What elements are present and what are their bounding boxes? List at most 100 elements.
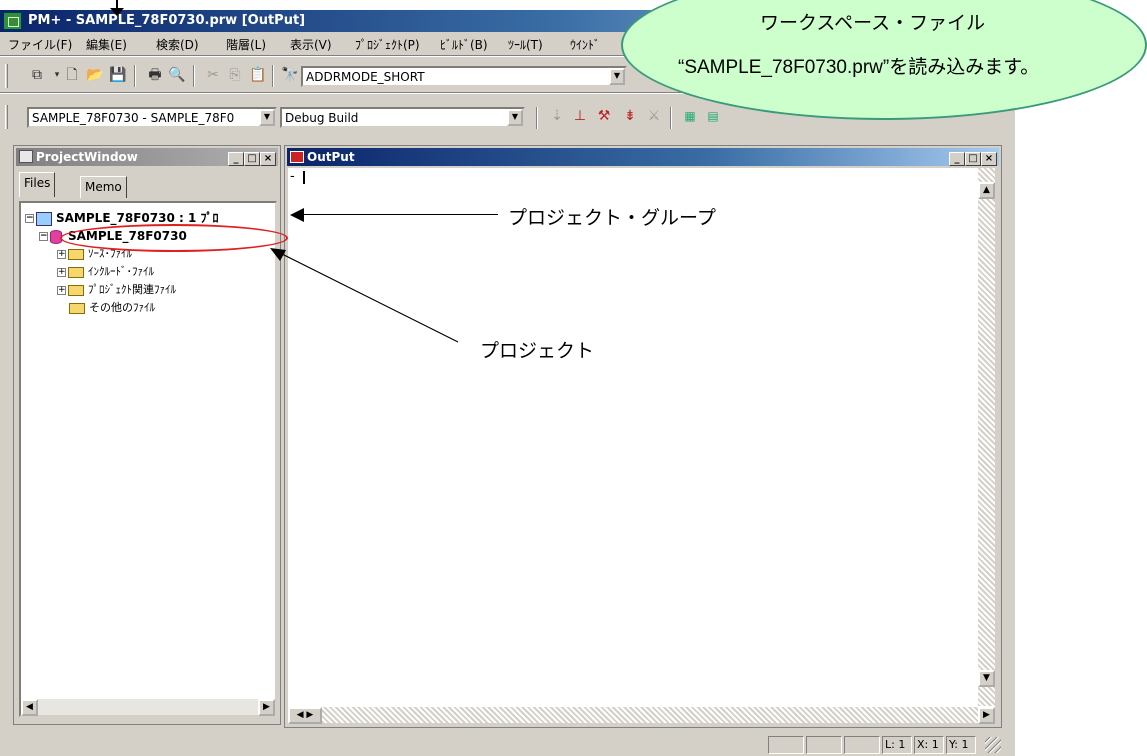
compile-icon[interactable]: ⇣	[547, 106, 567, 126]
project-window-icon	[19, 150, 33, 163]
cut-icon[interactable]: ✂	[203, 65, 223, 85]
status-y: Y: 1	[946, 736, 976, 754]
app-icon	[4, 13, 21, 29]
restore-icon[interactable]: □	[965, 152, 981, 166]
project-window-caption[interactable]: ProjectWindow _ □ ×	[16, 148, 278, 166]
toolbar-grip[interactable]	[5, 64, 8, 88]
combo-dropdown-icon[interactable]: ▼	[609, 68, 625, 85]
symbol-combo-value: ADDRMODE_SHORT	[306, 70, 425, 84]
find-icon[interactable]: 🔭	[280, 65, 300, 85]
expand-icon[interactable]: +	[57, 267, 66, 277]
group-icon	[36, 211, 52, 226]
symbol-combo[interactable]: ADDRMODE_SHORT ▼	[301, 66, 627, 87]
project-highlight-ellipse	[60, 224, 288, 252]
collapse-icon[interactable]: −	[39, 232, 48, 241]
print-preview-icon[interactable]: 🔍	[167, 65, 187, 85]
project-annotation-label: プロジェクト	[480, 341, 595, 362]
build-mode-combo[interactable]: Debug Build ▼	[280, 107, 525, 128]
toolbar-separator	[272, 65, 274, 87]
folder-label: ｲﾝｸﾙｰﾄﾞ･ﾌｧｲﾙ	[88, 265, 154, 278]
scroll-left-icon[interactable]: ◀ ▶	[288, 707, 322, 724]
group-arrow-line	[303, 214, 498, 215]
status-bar: L: 1 X: 1 Y: 1	[0, 733, 1015, 756]
window-title: PM+ - SAMPLE_78F0730.prw [OutPut]	[28, 13, 306, 28]
folder-icon	[68, 266, 84, 278]
tab-files[interactable]: Files	[19, 172, 56, 197]
restore-icon[interactable]: □	[244, 152, 260, 166]
debugger-icon[interactable]: ▦	[680, 106, 700, 126]
folder-icon	[69, 302, 85, 314]
text-caret	[303, 171, 305, 184]
minimize-icon[interactable]: _	[949, 152, 965, 166]
output-window-caption[interactable]: OutPut _ □ ×	[287, 148, 999, 166]
status-line: L: 1	[882, 736, 912, 754]
scroll-left-icon[interactable]: ◀	[21, 699, 38, 716]
group-annotation-label: プロジェクト・グループ	[508, 208, 716, 229]
expand-icon[interactable]: +	[57, 249, 66, 259]
combo-dropdown-icon[interactable]: ▼	[507, 109, 523, 126]
copy-icon[interactable]: ⎘	[225, 65, 245, 85]
collapse-icon[interactable]: −	[25, 214, 34, 223]
menu-edit[interactable]: 編集(E)	[86, 36, 127, 53]
scroll-right-icon[interactable]: ▶	[978, 707, 995, 724]
status-cell	[768, 736, 804, 754]
clean-icon[interactable]: ⚔	[644, 106, 664, 126]
simulator-icon[interactable]: ▤	[703, 106, 723, 126]
paste-icon[interactable]: 📋	[248, 65, 268, 85]
tree-folder[interactable]: その他のﾌｧｲﾙ	[69, 299, 155, 317]
menu-hierarchy[interactable]: 階層(L)	[226, 36, 266, 53]
new-file-icon[interactable]: 🗋	[62, 65, 82, 85]
folder-icon	[68, 284, 84, 296]
output-window-title: OutPut	[307, 150, 355, 164]
menu-search[interactable]: 検索(D)	[156, 36, 199, 53]
scroll-up-icon[interactable]: ▲	[978, 182, 995, 199]
folder-label: その他のﾌｧｲﾙ	[89, 301, 155, 314]
tree-folder[interactable]: + ﾌﾟﾛｼﾞｪｸﾄ関連ﾌｧｲﾙ	[57, 281, 176, 299]
toolbar-separator	[193, 65, 195, 87]
menu-file[interactable]: ファイル(F)	[8, 36, 72, 53]
folder-label: ﾌﾟﾛｼﾞｪｸﾄ関連ﾌｧｲﾙ	[88, 283, 176, 296]
resize-grip-icon[interactable]	[985, 737, 1001, 753]
scroll-right-icon[interactable]: ▶	[258, 699, 275, 716]
menu-build[interactable]: ﾋﾞﾙﾄﾞ(B)	[440, 36, 488, 53]
tab-memo[interactable]: Memo	[80, 176, 127, 198]
print-icon[interactable]: 🖶	[145, 65, 165, 85]
group-arrow-head	[290, 208, 304, 222]
close-icon[interactable]: ×	[981, 152, 997, 166]
build-icon[interactable]: ⊥	[570, 106, 590, 126]
project-combo[interactable]: SAMPLE_78F0730 - SAMPLE_78F0 ▼	[27, 107, 277, 128]
menu-project[interactable]: ﾌﾟﾛｼﾞｪｸﾄ(P)	[355, 36, 420, 53]
close-icon[interactable]: ×	[260, 152, 276, 166]
combo-dropdown-icon[interactable]: ▼	[259, 109, 275, 126]
save-icon[interactable]: 💾	[108, 65, 128, 85]
build-mode-value: Debug Build	[285, 111, 359, 125]
horizontal-scrollbar[interactable]: ◀ ▶ ▶	[288, 706, 995, 724]
callout-line-2: “SAMPLE_78F0730.prw”を読み込みます。	[678, 57, 1040, 78]
caption-buttons: _ □ ×	[949, 150, 997, 166]
top-arrow-head	[110, 8, 124, 16]
group-label: SAMPLE_78F0730 : 1 ﾌﾟﾛ	[56, 211, 219, 225]
menu-view[interactable]: 表示(V)	[290, 36, 332, 53]
output-window-icon	[290, 151, 304, 163]
project-arrow	[270, 248, 459, 343]
output-window: OutPut _ □ × - ▲ ▼ ◀ ▶ ▶	[284, 145, 1002, 728]
horizontal-scrollbar[interactable]: ◀ ▶	[21, 698, 275, 716]
project-window-title: ProjectWindow	[36, 150, 138, 164]
expand-icon[interactable]: +	[57, 285, 66, 295]
open-folder-icon[interactable]: 📂	[85, 65, 105, 85]
scroll-down-icon[interactable]: ▼	[978, 670, 995, 687]
menu-window[interactable]: ｳｲﾝﾄﾞ	[570, 36, 600, 53]
stop-build-icon[interactable]: ⇟	[620, 106, 640, 126]
rebuild-icon[interactable]: ⚒	[594, 106, 614, 126]
minimize-icon[interactable]: _	[228, 152, 244, 166]
tree-folder[interactable]: + ｲﾝｸﾙｰﾄﾞ･ﾌｧｲﾙ	[57, 263, 154, 281]
folder-icon	[68, 248, 84, 260]
project-tree[interactable]: − SAMPLE_78F0730 : 1 ﾌﾟﾛ − SAMPLE_78F0730 …	[19, 201, 277, 717]
status-cell	[806, 736, 842, 754]
workspace-icon[interactable]: ⧉	[27, 65, 47, 85]
project-arrow-line	[281, 253, 459, 343]
menu-tools[interactable]: ﾂｰﾙ(T)	[508, 36, 543, 53]
caption-buttons: _ □ ×	[228, 150, 276, 166]
toolbar-grip[interactable]	[5, 105, 8, 129]
vertical-scrollbar[interactable]: ▲ ▼	[978, 168, 995, 706]
